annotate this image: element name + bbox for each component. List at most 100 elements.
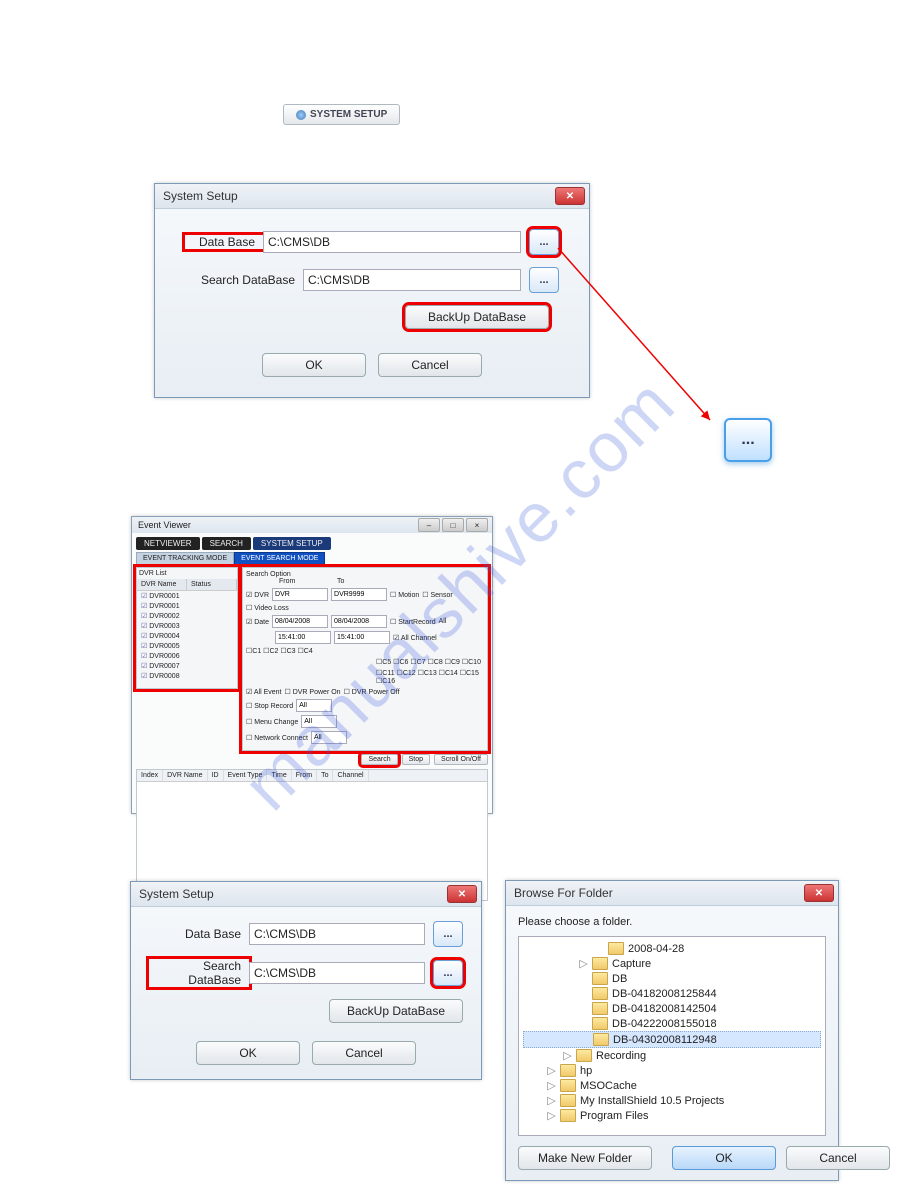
network-connect-select[interactable]: [311, 731, 347, 744]
folder-tree-item[interactable]: ▷ hp: [523, 1063, 821, 1078]
all-event-checkbox[interactable]: All Event: [246, 688, 281, 696]
stop-button[interactable]: Stop: [402, 754, 430, 765]
ok-button[interactable]: OK: [196, 1041, 300, 1065]
folder-tree-item[interactable]: ▷My InstallShield 10.5 Projects: [523, 1093, 821, 1108]
dvr-power-off-checkbox[interactable]: DVR Power Off: [344, 688, 400, 696]
expander-icon[interactable]: ▷: [563, 1049, 572, 1062]
expander-icon[interactable]: ▷: [579, 957, 588, 970]
dvr-name-header: DVR Name: [137, 579, 187, 590]
dvr-checkbox[interactable]: DVR: [246, 591, 269, 599]
sensor-checkbox[interactable]: Sensor: [422, 591, 452, 599]
scroll-toggle-button[interactable]: Scroll On/Off: [434, 754, 488, 765]
menu-change-checkbox[interactable]: Menu Change: [246, 718, 298, 726]
grid-column-header: Event Type: [224, 770, 268, 781]
dvr-list-row[interactable]: DVR0001: [137, 591, 237, 601]
subtab-event-tracking[interactable]: EVENT TRACKING MODE: [136, 552, 234, 565]
folder-tree-item[interactable]: DB-04182008125844: [523, 986, 821, 1001]
date-to-input[interactable]: [331, 615, 387, 628]
channel-checkboxes-row3[interactable]: ☐C11 ☐C12 ☐C13 ☐C14 ☐C15 ☐C16: [376, 669, 484, 685]
expander-icon[interactable]: ▷: [547, 1079, 556, 1092]
folder-label: DB-04182008142504: [612, 1003, 717, 1015]
expander-icon[interactable]: ▷: [547, 1064, 556, 1077]
ok-button[interactable]: OK: [672, 1146, 776, 1170]
cancel-button[interactable]: Cancel: [378, 353, 482, 377]
minimize-icon[interactable]: –: [418, 518, 440, 532]
folder-tree-item[interactable]: ▷Recording: [523, 1048, 821, 1063]
close-icon[interactable]: ✕: [447, 885, 477, 903]
browse-button-large[interactable]: ...: [724, 418, 772, 462]
dialog-titlebar: System Setup ✕: [131, 882, 481, 907]
all-channel-checkbox[interactable]: All Channel: [393, 634, 437, 642]
expander-icon[interactable]: ▷: [547, 1094, 556, 1107]
system-setup-button-label: SYSTEM SETUP: [310, 109, 387, 120]
network-connect-checkbox[interactable]: Network Connect: [246, 734, 308, 742]
make-new-folder-button[interactable]: Make New Folder: [518, 1146, 652, 1170]
cancel-button[interactable]: Cancel: [786, 1146, 890, 1170]
startrecord-checkbox[interactable]: StartRecord: [390, 618, 436, 626]
videoloss-checkbox[interactable]: Video Loss: [246, 604, 289, 612]
expander-icon[interactable]: ▷: [547, 1109, 556, 1122]
dvr-list-row[interactable]: DVR0007: [137, 661, 237, 671]
cancel-button[interactable]: Cancel: [312, 1041, 416, 1065]
time-from-input[interactable]: [275, 631, 331, 644]
tab-system-setup[interactable]: SYSTEM SETUP: [253, 537, 331, 550]
tab-search[interactable]: SEARCH: [202, 537, 251, 550]
close-icon[interactable]: ×: [466, 518, 488, 532]
browse-button[interactable]: ...: [529, 267, 559, 293]
folder-tree-item[interactable]: ▷ MSOCache: [523, 1078, 821, 1093]
folder-tree-item[interactable]: ▷Capture: [523, 956, 821, 971]
channel-checkboxes-row1[interactable]: ☐C1 ☐C2 ☐C3 ☐C4: [246, 647, 313, 655]
dvr-list-row[interactable]: DVR0003: [137, 621, 237, 631]
dvr-power-on-checkbox[interactable]: DVR Power On: [284, 688, 340, 696]
search-database-input[interactable]: C:\CMS\DB: [249, 962, 425, 984]
subtab-event-search[interactable]: EVENT SEARCH MODE: [234, 552, 325, 565]
backup-database-button[interactable]: BackUp DataBase: [405, 305, 549, 329]
ok-button[interactable]: OK: [262, 353, 366, 377]
browse-button[interactable]: ...: [529, 229, 559, 255]
maximize-icon[interactable]: □: [442, 518, 464, 532]
dvr-status-header: Status: [187, 579, 237, 590]
dvr-list-row[interactable]: DVR0004: [137, 631, 237, 641]
close-icon[interactable]: ✕: [804, 884, 834, 902]
date-from-input[interactable]: [272, 615, 328, 628]
folder-icon: [608, 942, 624, 955]
stop-record-select[interactable]: [296, 699, 332, 712]
motion-checkbox[interactable]: Motion: [390, 591, 419, 599]
dvr-list-row[interactable]: DVR0006: [137, 651, 237, 661]
event-viewer-title: Event Viewer: [138, 520, 191, 530]
folder-label: hp: [580, 1065, 592, 1077]
window-controls[interactable]: – □ ×: [418, 518, 488, 532]
folder-label: DB: [612, 973, 627, 985]
dvr-to-input[interactable]: [331, 588, 387, 601]
folder-tree-item[interactable]: 2008-04-28: [523, 941, 821, 956]
dvr-list-row[interactable]: DVR0002: [137, 611, 237, 621]
data-base-input[interactable]: C:\CMS\DB: [249, 923, 425, 945]
search-button[interactable]: Search: [361, 754, 397, 765]
dvr-list-row[interactable]: DVR0001: [137, 601, 237, 611]
folder-tree-item[interactable]: ▷Program Files: [523, 1108, 821, 1123]
channel-checkboxes-row2[interactable]: ☐C5 ☐C6 ☐C7 ☐C8 ☐C9 ☐C10: [376, 658, 481, 666]
folder-tree-item[interactable]: DB-04182008142504: [523, 1001, 821, 1016]
folder-icon: [560, 1109, 576, 1122]
system-setup-button[interactable]: SYSTEM SETUP: [283, 104, 400, 125]
folder-tree-item[interactable]: DB-04302008112948: [523, 1031, 821, 1048]
browse-button[interactable]: ...: [433, 960, 463, 986]
dvr-list-row[interactable]: DVR0005: [137, 641, 237, 651]
folder-label: MSOCache: [580, 1080, 637, 1092]
time-to-input[interactable]: [334, 631, 390, 644]
backup-database-button[interactable]: BackUp DataBase: [329, 999, 463, 1023]
folder-tree-item[interactable]: DB-04222008155018: [523, 1016, 821, 1031]
browse-button[interactable]: ...: [433, 921, 463, 947]
folder-tree-item[interactable]: DB: [523, 971, 821, 986]
data-base-input[interactable]: C:\CMS\DB: [263, 231, 521, 253]
folder-tree[interactable]: 2008-04-28▷Capture DBDB-04182008125844 DB-…: [518, 936, 826, 1136]
dvr-list-row[interactable]: DVR0008: [137, 671, 237, 681]
search-database-input[interactable]: C:\CMS\DB: [303, 269, 521, 291]
stop-record-checkbox[interactable]: Stop Record: [246, 702, 293, 710]
date-checkbox[interactable]: Date: [246, 618, 269, 626]
dvr-from-input[interactable]: [272, 588, 328, 601]
menu-change-select[interactable]: [301, 715, 337, 728]
tab-netviewer[interactable]: NETVIEWER: [136, 537, 200, 550]
dialog-titlebar: System Setup ✕: [155, 184, 589, 209]
close-icon[interactable]: ✕: [555, 187, 585, 205]
